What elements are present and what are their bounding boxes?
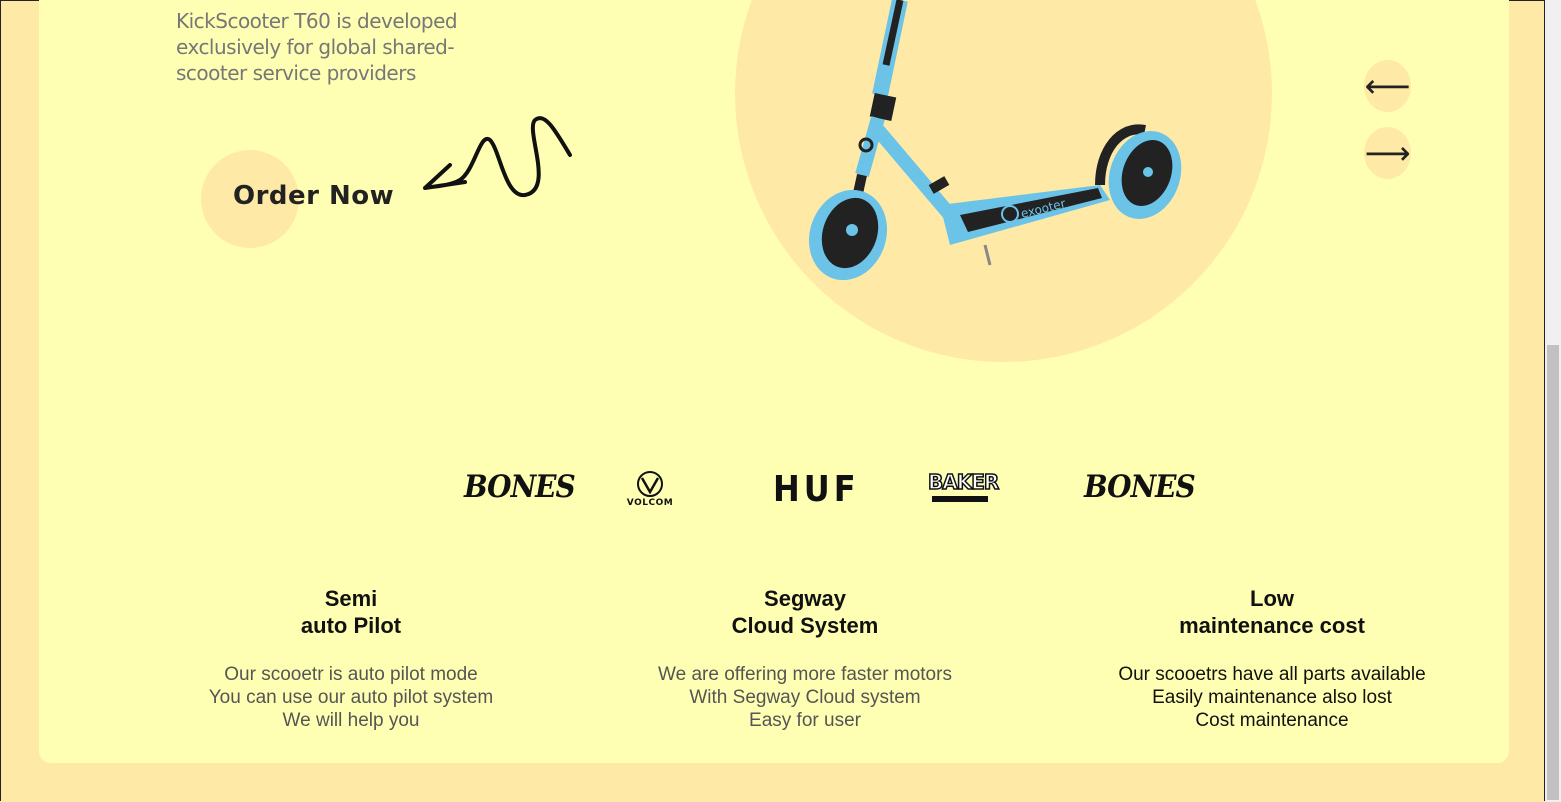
product-description: KickScooter T60 is developed exclusively… bbox=[176, 9, 458, 85]
brand-logo-baker: BAKER bbox=[927, 469, 1000, 502]
brand-logo-bones: BONES bbox=[464, 468, 576, 505]
next-slide-button[interactable]: ⟶ bbox=[1364, 127, 1411, 179]
feature-cloud-system: Segway Cloud System We are offering more … bbox=[615, 585, 995, 732]
brand-logo-volcom: VOLCOM bbox=[618, 470, 682, 508]
feature-title: Low maintenance cost bbox=[1179, 586, 1365, 638]
volcom-stone-icon bbox=[637, 471, 663, 497]
feature-title: Segway Cloud System bbox=[731, 586, 879, 638]
brand-logo-huf: HUF bbox=[773, 468, 860, 510]
feature-auto-pilot: Semi auto Pilot Our scooetr is auto pilot… bbox=[161, 585, 541, 732]
feature-description: We are offering more faster motors With S… bbox=[658, 664, 952, 731]
order-now-button[interactable]: Order Now bbox=[233, 181, 394, 211]
scooter-image: exooter bbox=[808, 0, 1182, 281]
brand-logo-bones-2: BONES bbox=[1084, 468, 1196, 505]
squiggle-arrow-icon bbox=[423, 116, 572, 197]
baker-label: BAKER bbox=[927, 469, 1000, 495]
previous-slide-button[interactable]: ⟵ bbox=[1364, 60, 1411, 112]
baker-underline bbox=[932, 496, 988, 502]
feature-description: Our scooetrs have all parts available Eas… bbox=[1118, 664, 1426, 731]
scrollbar-thumb[interactable] bbox=[1547, 345, 1559, 800]
feature-description: Our scooetr is auto pilot mode You can us… bbox=[208, 664, 494, 731]
feature-title: Semi auto Pilot bbox=[300, 586, 402, 638]
volcom-label: VOLCOM bbox=[626, 498, 674, 508]
brand-logos: BONES VOLCOM HUF BAKER BONES bbox=[440, 468, 1196, 510]
feature-maintenance: Low maintenance cost Our scooetrs have al… bbox=[1082, 585, 1462, 732]
